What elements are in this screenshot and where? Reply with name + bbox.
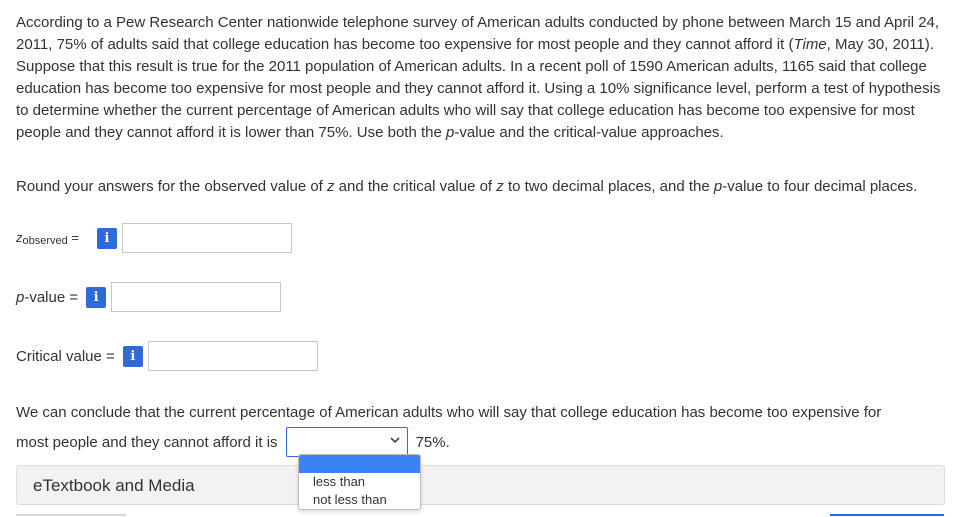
p-value-label: p-value =: [16, 289, 78, 306]
critical-value-input[interactable]: [147, 341, 318, 371]
etextbook-media-panel[interactable]: eTextbook and Media: [16, 465, 945, 505]
conclusion-line-1: We can conclude that the current percent…: [16, 404, 882, 421]
round-part: and the critical value of: [334, 178, 497, 195]
comparison-select[interactable]: [285, 427, 408, 457]
conclusion-line-2: most people and they cannot afford it is…: [16, 427, 946, 457]
info-icon[interactable]: i: [122, 345, 143, 367]
chevron-down-icon: [389, 437, 400, 444]
z-observed-row: zobserved = i: [16, 223, 292, 253]
critical-value-row: Critical value = i: [16, 341, 318, 371]
question-italic: Time: [793, 36, 827, 53]
round-part: -value to four decimal places.: [722, 178, 918, 195]
accent-divider: [830, 514, 944, 516]
critical-value-label: Critical value =: [16, 347, 115, 365]
conclusion-after: 75%.: [415, 433, 450, 451]
equals-sign: =: [67, 229, 79, 245]
z-observed-input[interactable]: [121, 223, 292, 253]
z-subscript: observed: [22, 234, 68, 247]
p-value-input[interactable]: [111, 282, 282, 312]
dropdown-option-less-than[interactable]: less than: [299, 473, 420, 491]
z-observed-label: zobserved =: [16, 230, 79, 247]
conclusion-text: We can conclude that the current percent…: [16, 398, 946, 457]
rounding-instructions: Round your answers for the observed valu…: [16, 176, 951, 198]
question-text: According to a Pew Research Center natio…: [16, 12, 944, 144]
round-italic: p: [713, 178, 723, 195]
round-italic: z: [496, 178, 504, 195]
conclusion-before: most people and they cannot afford it is: [16, 433, 278, 451]
round-part: to two decimal places, and the: [503, 178, 714, 195]
p-value-row: p-value = i: [16, 282, 282, 312]
info-icon[interactable]: i: [86, 286, 107, 308]
dropdown-highlight-blank[interactable]: [299, 455, 420, 473]
question-part: -value and the critical-value approaches…: [454, 124, 724, 141]
etextbook-label: eTextbook and Media: [33, 476, 195, 495]
round-part: Round your answers for the observed valu…: [16, 178, 328, 195]
comparison-dropdown-list: less than not less than: [298, 454, 421, 510]
divider: [16, 514, 126, 516]
info-icon[interactable]: i: [96, 227, 117, 249]
round-italic: z: [327, 178, 335, 195]
p-label-text: -value =: [24, 288, 79, 306]
dropdown-option-not-less-than[interactable]: not less than: [299, 491, 420, 509]
